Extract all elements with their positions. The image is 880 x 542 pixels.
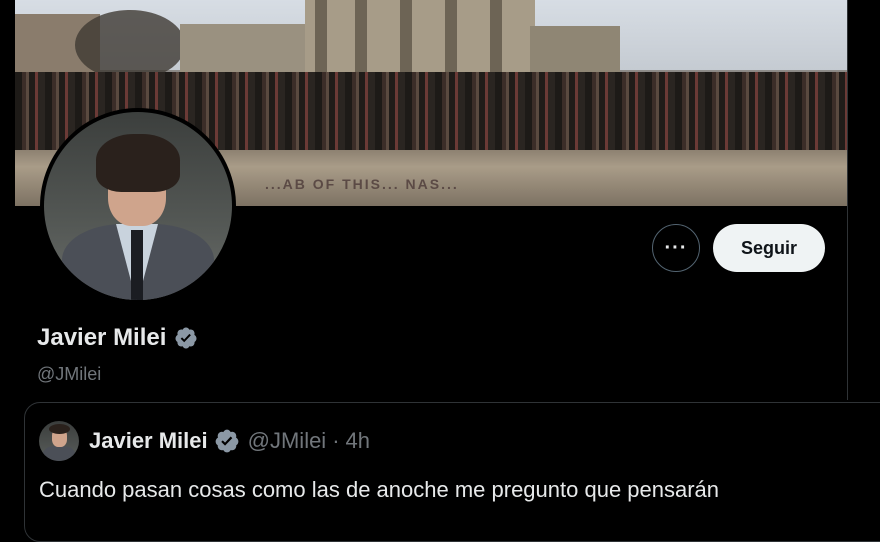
banner-graffiti: ...AB OF THIS... NAS... [265, 176, 459, 192]
quoted-author-name[interactable]: Javier Milei [89, 428, 208, 454]
separator-dot: · [332, 428, 340, 453]
profile-name-text: Javier Milei [37, 324, 167, 351]
banner-gate-right [530, 26, 620, 74]
banner-column [490, 0, 502, 74]
profile-header-card: ...AB OF THIS... NAS... ··· Seguir Javie… [15, 0, 848, 400]
banner-column [315, 0, 327, 74]
post-timestamp[interactable]: 4h [346, 428, 370, 454]
more-options-button[interactable]: ··· [652, 224, 700, 272]
banner-tree [75, 10, 185, 80]
avatar-hair [96, 134, 180, 192]
profile-avatar-frame [40, 108, 236, 304]
mini-avatar-hair [49, 424, 70, 434]
quoted-post-header: Javier Milei @JMilei · 4h [39, 421, 370, 461]
avatar-tie [131, 230, 143, 300]
quoted-author-handle[interactable]: @JMilei [248, 428, 327, 454]
banner-column [445, 0, 457, 74]
banner-column [355, 0, 367, 74]
mini-avatar-suit [43, 446, 75, 461]
verified-badge-icon[interactable] [174, 326, 198, 350]
profile-avatar[interactable] [44, 112, 232, 300]
follow-button[interactable]: Seguir [713, 224, 825, 272]
quoted-author-avatar[interactable] [39, 421, 79, 461]
follow-button-label: Seguir [740, 237, 797, 258]
banner-column [400, 0, 412, 74]
profile-display-name: Javier Milei [37, 324, 198, 352]
quoted-post-card[interactable]: Javier Milei @JMilei · 4h Cuando pasan c… [24, 402, 880, 542]
profile-handle: @JMilei [37, 364, 102, 384]
more-icon: ··· [664, 236, 688, 259]
quoted-post-text: Cuando pasan cosas como las de anoche me… [39, 477, 720, 502]
verified-badge-icon[interactable] [214, 428, 240, 454]
